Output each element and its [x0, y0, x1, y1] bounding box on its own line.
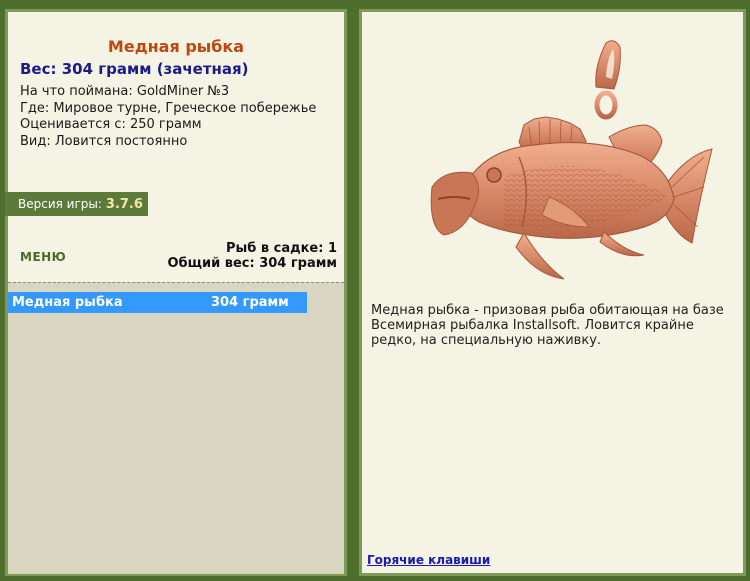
version-bar: Версия игры: 3.7.6 [5, 192, 148, 216]
version-value: 3.7.6 [105, 196, 143, 212]
keepnet-stats: Рыб в садке: 1 Общий вес: 304 грамм [167, 241, 337, 271]
menu-button[interactable]: МЕНЮ [20, 250, 66, 264]
valued-from-text: Оценивается с: 250 грамм [20, 117, 202, 132]
catch-type-text: Вид: Ловится постоянно [20, 133, 188, 149]
hotkeys-link[interactable]: Горячие клавиши [367, 553, 490, 567]
version-label: Версия игры: [18, 197, 102, 211]
list-item-weight: 304 грамм [211, 295, 289, 310]
catch-list: Медная рыбка 304 грамм [8, 282, 344, 574]
fish-info-panel: Медная рыбка Вес: 304 грамм (зачетная) Н… [5, 9, 347, 576]
fish-weight: Вес: 304 грамм (зачетная) [20, 60, 249, 78]
fish-details: На что поймана: GoldMiner №3 Где: Мирово… [20, 84, 316, 150]
fish-description: Медная рыбка - призовая рыба обитающая н… [371, 303, 724, 348]
location-text: Где: Мировое турне, Греческое побережье [20, 100, 317, 116]
total-weight: Общий вес: 304 грамм [167, 256, 337, 271]
list-item-name: Медная рыбка [12, 295, 123, 310]
copper-fish-pendant-image [430, 40, 713, 280]
list-item[interactable]: Медная рыбка 304 грамм [8, 292, 307, 313]
fish-count: Рыб в садке: 1 [225, 241, 337, 256]
fish-name-title: Медная рыбка [107, 37, 245, 56]
fish-preview-panel: Медная рыбка - призовая рыба обитающая н… [359, 9, 746, 576]
caught-on-text: На что поймана: GoldMiner №3 [20, 84, 230, 99]
